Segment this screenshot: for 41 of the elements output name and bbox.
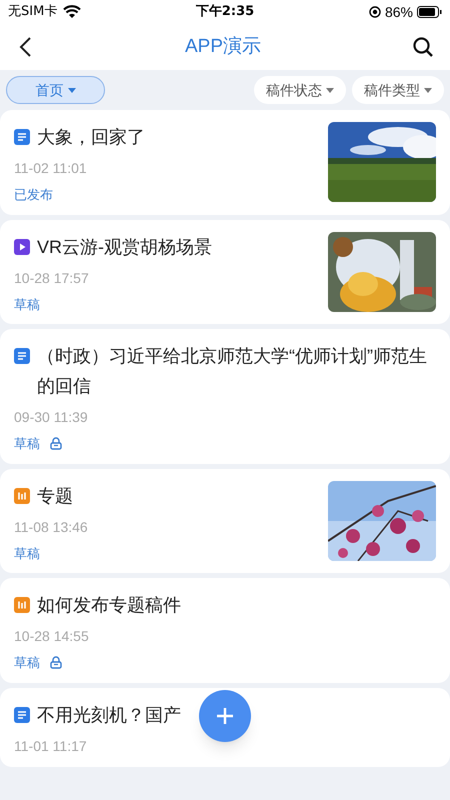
search-button[interactable]	[412, 36, 434, 58]
article-card[interactable]: 专题 11-08 13:46 草稿	[0, 468, 450, 573]
article-card[interactable]: （时政）习近平给北京师范大学“优师计划”师范生的回信 09-30 11:39 草稿	[0, 329, 450, 464]
article-icon	[14, 348, 30, 364]
status-text: 草稿	[14, 544, 40, 562]
article-icon	[14, 706, 30, 722]
clock-text: 下午2:35	[196, 3, 254, 22]
battery-text: 86%	[384, 2, 413, 22]
article-title: VR云游-观赏胡杨场景	[37, 236, 212, 258]
plus-icon	[215, 706, 235, 726]
article-title: 如何发布专题稿件	[37, 594, 181, 617]
date-text: 11-01 11:17	[14, 736, 88, 756]
article-title: （时政）习近平给北京师范大学“优师计划”师范生的回信	[37, 345, 428, 398]
date-text: 11-08 13:46	[14, 518, 89, 536]
battery-icon	[417, 6, 442, 18]
status-text: 草稿	[14, 654, 40, 672]
carrier-text: 无SIM卡	[8, 3, 58, 22]
article-title: 专题	[37, 484, 73, 508]
page-title: APP演示	[184, 34, 262, 59]
status-text: 已发布	[14, 186, 53, 204]
rotation-lock-icon	[368, 6, 381, 18]
article-title: 不用光刻机？国产	[37, 704, 181, 726]
article-icon	[14, 129, 30, 145]
caret-icon	[68, 88, 76, 92]
article-card[interactable]: 大象，回家了 11-02 11:01 已发布	[0, 110, 450, 214]
status-text: 草稿	[14, 435, 40, 453]
filter-dropdown[interactable]: 稿件状态	[254, 76, 346, 104]
date-text: 09-30 11:39	[14, 408, 89, 427]
caret-icon	[424, 88, 432, 92]
wifi-icon	[63, 5, 82, 19]
article-card[interactable]: VR云游-观赏胡杨场景 10-28 17:57 草稿	[0, 220, 450, 324]
article-card[interactable]: 不用光刻机？国产 11-01 11:17	[0, 688, 450, 766]
date-text: 11-02 11:01	[14, 159, 88, 178]
caret-icon	[326, 88, 334, 92]
article-title: 大象，回家了	[37, 126, 145, 149]
play-icon	[14, 238, 30, 254]
date-text: 10-28 17:57	[14, 268, 90, 288]
article-card[interactable]: 如何发布专题稿件 10-28 14:55 草稿	[0, 578, 450, 682]
date-text: 10-28 14:55	[14, 627, 90, 646]
status-text: 草稿	[14, 296, 40, 314]
filter-dropdown[interactable]: 稿件类型	[352, 76, 444, 104]
